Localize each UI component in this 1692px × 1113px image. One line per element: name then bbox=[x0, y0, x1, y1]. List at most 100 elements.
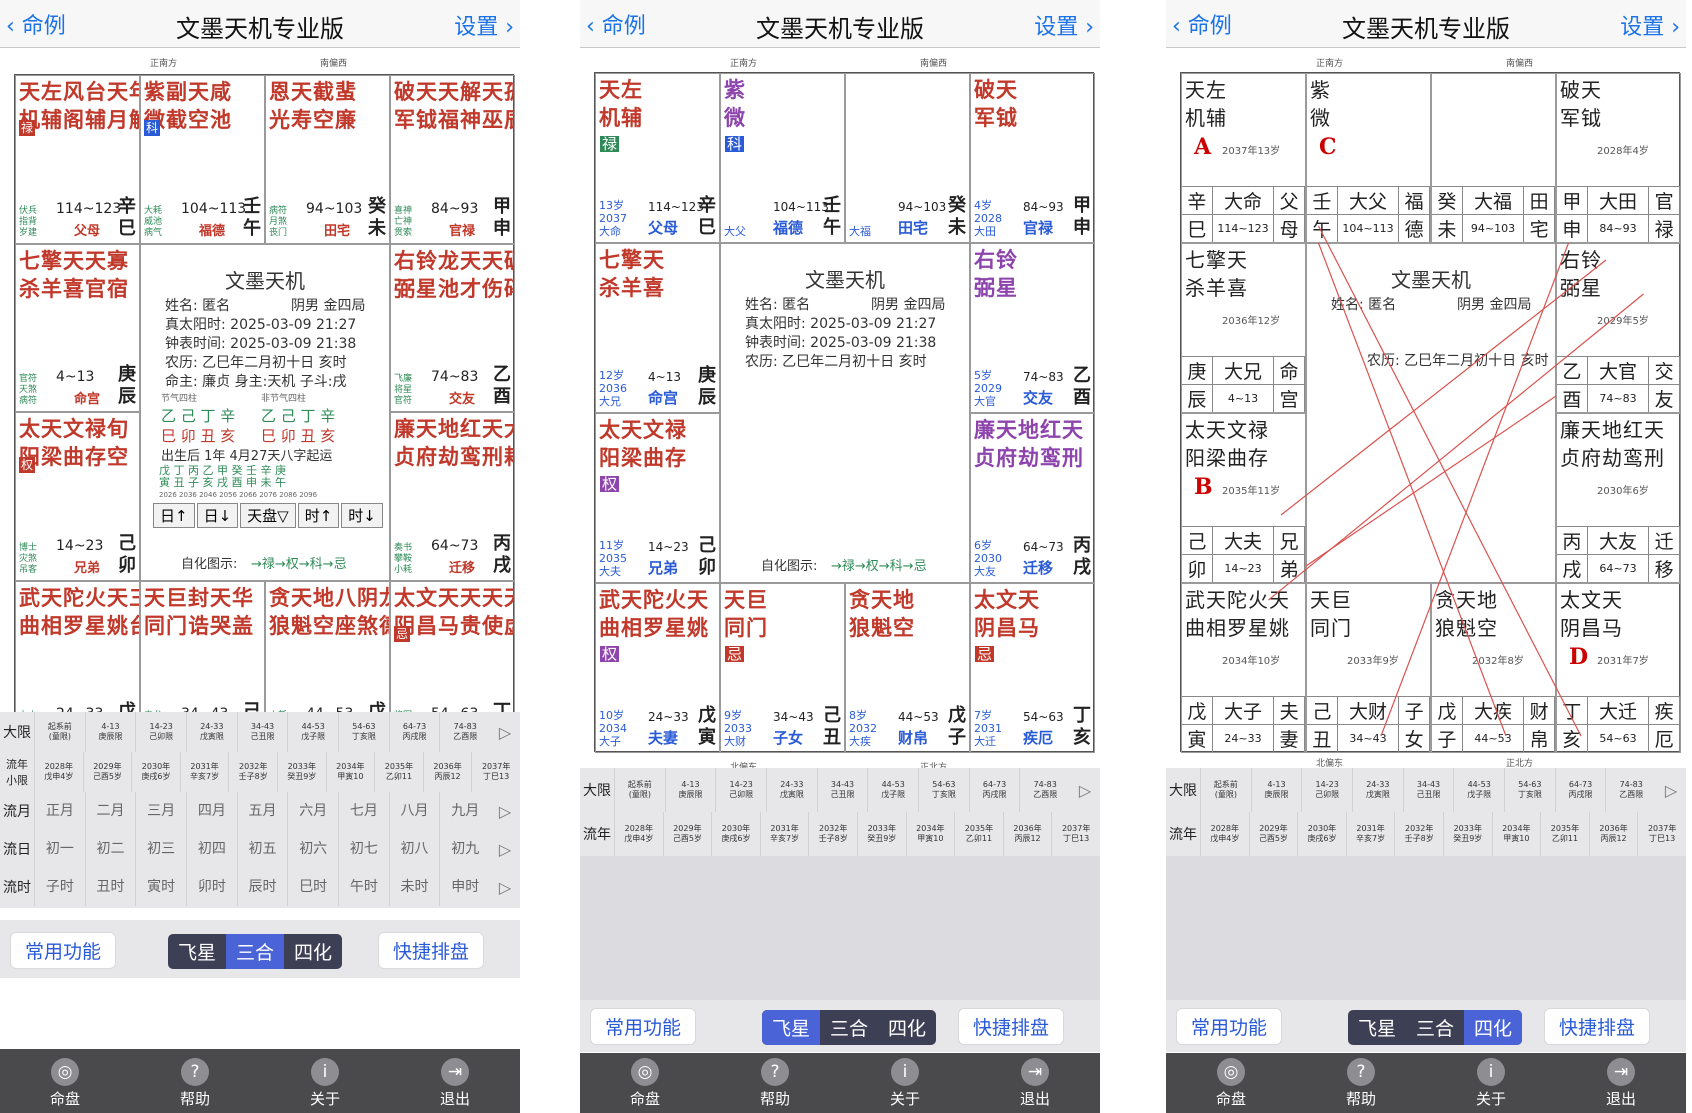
mode-segmented-control[interactable]: 飞星 三合 四化 bbox=[762, 1010, 937, 1045]
palace-wu[interactable]: 紫副天咸 微截空池科大耗 威池 病气 104~113 福德 壬午 bbox=[140, 75, 265, 244]
mode-segmented-control[interactable]: 飞星 三合 四化 bbox=[1348, 1010, 1523, 1045]
timeline-cell[interactable]: 起系前 (童限) bbox=[1200, 768, 1251, 812]
palace-xu[interactable]: 廉天地红天 贞府劫鸾刑 6岁 2030 大友 64~73 迁移 丙戌 bbox=[970, 413, 1095, 583]
mode-sanhe[interactable]: 三合 bbox=[226, 934, 285, 969]
nav-button[interactable]: 日↑ bbox=[153, 502, 195, 528]
timeline-cell[interactable]: 初一 bbox=[34, 830, 85, 868]
palace-chen[interactable]: 七擎天 杀羊喜 12岁 2036 大兄 4~13 命宫 庚辰 bbox=[595, 243, 720, 413]
palace-chou[interactable]: 天巨 同门忌 9岁 2033 大财 34~43 子女 己丑 bbox=[720, 583, 845, 753]
nav-button[interactable]: 日↓ bbox=[196, 502, 239, 528]
next-arrow-icon[interactable]: ▷ bbox=[490, 830, 520, 868]
timeline-cell[interactable]: 申时 bbox=[439, 868, 490, 906]
timeline-cell[interactable]: 四月 bbox=[186, 792, 237, 830]
timeline-cell[interactable]: 起系前 (童限) bbox=[614, 768, 665, 812]
timeline-cell[interactable]: 二月 bbox=[84, 792, 136, 830]
timeline-cell[interactable]: 初五 bbox=[236, 830, 288, 868]
tab-chart[interactable]: ◎ 命盘 bbox=[0, 1058, 130, 1109]
timeline-cell[interactable]: 2032年 壬子8岁 bbox=[228, 752, 277, 792]
timeline-cell[interactable]: 64-73 丙戌限 bbox=[968, 768, 1020, 812]
tab-exit[interactable]: ⇥ 退出 bbox=[1556, 1058, 1686, 1109]
timeline-cell[interactable]: 2029年 己酉5岁 bbox=[82, 752, 132, 792]
timeline-cell[interactable]: 2031年 辛亥7岁 bbox=[179, 752, 229, 792]
timeline-cell[interactable]: 午时 bbox=[338, 868, 389, 906]
timeline-cell[interactable]: 2035年 乙卯11 bbox=[954, 812, 1003, 856]
mode-sanhe[interactable]: 三合 bbox=[820, 1010, 878, 1045]
timeline-cell[interactable]: 初七 bbox=[338, 830, 389, 868]
timeline-cell[interactable]: 74-83 乙酉限 bbox=[1605, 768, 1656, 812]
palace-si[interactable]: 天左风台天年 机辅阁辅月解禄伏兵 指背 岁建 114~123 父母 辛巳 bbox=[15, 75, 140, 244]
timeline-cell[interactable]: 2037年 丁巳13 bbox=[1637, 812, 1686, 856]
tab-help[interactable]: ? 帮助 bbox=[710, 1058, 840, 1109]
mode-feixing[interactable]: 飞星 bbox=[168, 934, 226, 969]
mode-sanhe[interactable]: 三合 bbox=[1406, 1010, 1464, 1045]
nav-button[interactable]: 时↓ bbox=[341, 502, 383, 528]
timeline-cell[interactable]: 起系前 (童限) bbox=[34, 712, 85, 752]
timeline-cell[interactable]: 2035年 乙卯11 bbox=[1540, 812, 1589, 856]
next-arrow-icon[interactable]: ▷ bbox=[1070, 768, 1100, 812]
timeline-cell[interactable]: 卯时 bbox=[186, 868, 237, 906]
tab-chart[interactable]: ◎ 命盘 bbox=[1166, 1058, 1296, 1109]
mode-sihua[interactable]: 四化 bbox=[1464, 1010, 1523, 1045]
mode-sihua[interactable]: 四化 bbox=[284, 934, 342, 969]
timeline-cell[interactable]: 2030年 庚戌6岁 bbox=[711, 812, 760, 856]
timeline-cell[interactable]: 2030年 庚戌6岁 bbox=[1297, 812, 1346, 856]
palace-si[interactable]: 天左 机辅禄 13岁 2037 大命 114~123 父母 辛巳 bbox=[595, 73, 720, 243]
palace-shen[interactable]: 破天 军钺 4岁 2028 大田 84~93 官禄 甲申 bbox=[970, 73, 1095, 243]
tab-exit[interactable]: ⇥ 退出 bbox=[390, 1058, 520, 1109]
timeline-cell[interactable]: 54-63 丁亥限 bbox=[1504, 768, 1555, 812]
timeline-cell[interactable]: 54-63 丁亥限 bbox=[338, 712, 389, 752]
settings-button[interactable]: 设置 › bbox=[1034, 9, 1094, 41]
timeline-cell[interactable]: 2032年 壬子8岁 bbox=[1394, 812, 1443, 856]
timeline-cell[interactable]: 2034年 甲寅10 bbox=[325, 752, 375, 792]
tab-about[interactable]: i 关于 bbox=[1426, 1058, 1556, 1109]
common-functions-button[interactable]: 常用功能 bbox=[590, 1008, 697, 1045]
timeline-cell[interactable]: 14-23 己卯限 bbox=[1301, 768, 1352, 812]
tab-chart[interactable]: ◎ 命盘 bbox=[580, 1058, 710, 1109]
palace-xu[interactable]: 廉天地红天大月 贞府劫鸾刑耗德奏书 攀鞍 小耗 64~73 迁移 丙戌 bbox=[390, 412, 515, 581]
timeline-cell[interactable]: 54-63 丁亥限 bbox=[918, 768, 969, 812]
timeline-cell[interactable]: 寅时 bbox=[135, 868, 186, 906]
nav-button[interactable]: 天盘▽ bbox=[240, 502, 296, 528]
tab-about[interactable]: i 关于 bbox=[260, 1058, 390, 1109]
timeline-cell[interactable]: 2033年 癸丑9岁 bbox=[1442, 812, 1492, 856]
timeline-cell[interactable]: 七月 bbox=[338, 792, 389, 830]
timeline-cell[interactable]: 4-13 庚辰限 bbox=[664, 768, 716, 812]
timeline-cell[interactable]: 辰时 bbox=[236, 868, 288, 906]
timeline-cell[interactable]: 4-13 庚辰限 bbox=[84, 712, 136, 752]
timeline-cell[interactable]: 三月 bbox=[135, 792, 186, 830]
timeline-cell[interactable]: 2028年 戊申4岁 bbox=[34, 752, 83, 792]
timeline-cell[interactable]: 正月 bbox=[34, 792, 85, 830]
settings-button[interactable]: 设置 › bbox=[1620, 9, 1680, 41]
palace-you[interactable]: 右铃 弼星 5岁 2029 大官 74~83 交友 乙酉 bbox=[970, 243, 1095, 413]
timeline-cell[interactable]: 初六 bbox=[287, 830, 338, 868]
timeline-cell[interactable]: 子时 bbox=[34, 868, 85, 906]
palace-wu[interactable]: 紫 微科大父 104~113 福德 壬午 bbox=[720, 73, 845, 243]
palace-chen[interactable]: 七擎天天寡 杀羊喜官宿 官符 天煞 病符 4~13 命宫 庚辰 bbox=[15, 243, 140, 412]
timeline-cell[interactable]: 44-53 戊子限 bbox=[867, 768, 918, 812]
palace-zi[interactable]: 贪天地 狼魁空 8岁 2032 大疾 44~53 财帛 戊子 bbox=[845, 583, 970, 753]
timeline-cell[interactable]: 34-43 己丑限 bbox=[236, 712, 288, 752]
common-functions-button[interactable]: 常用功能 bbox=[10, 932, 117, 969]
timeline-cell[interactable]: 初九 bbox=[439, 830, 490, 868]
timeline-cell[interactable]: 2033年 癸丑9岁 bbox=[856, 812, 906, 856]
timeline-cell[interactable]: 24-33 戊寅限 bbox=[766, 768, 817, 812]
timeline-cell[interactable]: 24-33 戊寅限 bbox=[186, 712, 237, 752]
next-arrow-icon[interactable]: ▷ bbox=[490, 792, 520, 830]
timeline-cell[interactable]: 14-23 己卯限 bbox=[135, 712, 186, 752]
timeline-cell[interactable]: 34-43 己丑限 bbox=[1402, 768, 1454, 812]
mode-sihua[interactable]: 四化 bbox=[878, 1010, 936, 1045]
timeline-cell[interactable]: 初二 bbox=[84, 830, 136, 868]
timeline-cell[interactable]: 九月 bbox=[439, 792, 490, 830]
timeline-cell[interactable]: 14-23 己卯限 bbox=[715, 768, 766, 812]
quick-chart-button[interactable]: 快捷排盘 bbox=[378, 932, 485, 969]
timeline-cell[interactable]: 64-73 丙戌限 bbox=[388, 712, 440, 752]
timeline-cell[interactable]: 44-53 戊子限 bbox=[1453, 768, 1504, 812]
timeline-cell[interactable]: 2033年 癸丑9岁 bbox=[276, 752, 326, 792]
timeline-cell[interactable]: 74-83 乙酉限 bbox=[1019, 768, 1070, 812]
timeline-cell[interactable]: 64-73 丙戌限 bbox=[1554, 768, 1606, 812]
palace-yin[interactable]: 武天陀火天 曲相罗星姚权 10岁 2034 大子 24~33 夫妻 戊寅 bbox=[595, 583, 720, 753]
timeline-cell[interactable]: 初四 bbox=[186, 830, 237, 868]
tab-help[interactable]: ? 帮助 bbox=[130, 1058, 260, 1109]
quick-chart-button[interactable]: 快捷排盘 bbox=[958, 1008, 1065, 1045]
timeline-cell[interactable]: 2036年 丙辰12 bbox=[422, 752, 472, 792]
